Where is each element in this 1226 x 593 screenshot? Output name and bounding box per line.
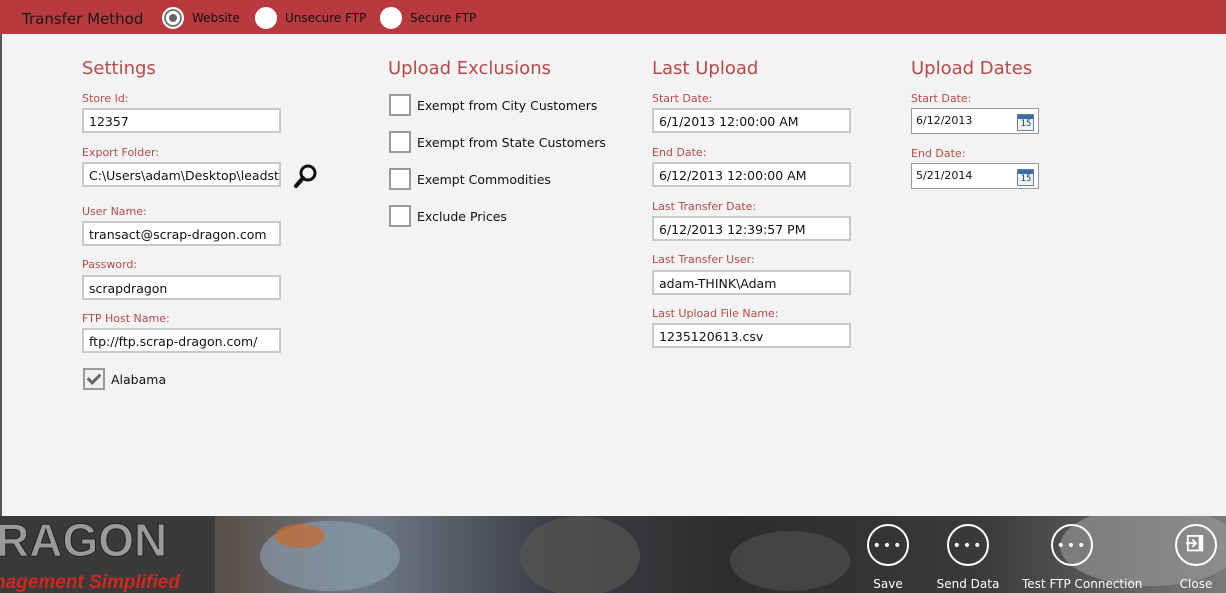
calendar-icon[interactable]: 15 — [1017, 114, 1034, 131]
test-ftp-connection-button[interactable]: ••• Test FTP Connection — [1022, 524, 1143, 593]
last-start-date-field[interactable]: 6/1/2013 12:00:00 AM — [652, 108, 851, 133]
user-name-label: User Name: — [82, 205, 147, 218]
checkbox-box — [389, 131, 411, 153]
checkbox-box — [83, 368, 105, 390]
radio-website-label: Website — [192, 11, 240, 25]
last-transfer-date-label: Last Transfer Date: — [652, 200, 757, 213]
checkbox-box — [389, 94, 411, 116]
browse-folder-icon[interactable] — [292, 162, 320, 190]
store-id-label: Store Id: — [82, 92, 129, 105]
exempt-commodities-checkbox[interactable]: Exempt Commodities — [389, 168, 551, 190]
last-transfer-user-label: Last Transfer User: — [652, 253, 755, 266]
radio-secure-ftp[interactable]: Secure FTP — [380, 7, 476, 29]
last-transfer-user-field[interactable]: adam-THINK\Adam — [652, 270, 851, 295]
user-name-input[interactable]: transact@scrap-dragon.com — [82, 221, 281, 246]
more-icon: ••• — [1051, 524, 1093, 566]
upload-start-date-picker[interactable]: 6/12/2013 15 — [911, 108, 1039, 134]
password-label: Password: — [82, 258, 138, 271]
ftp-host-input[interactable]: ftp://ftp.scrap-dragon.com/ — [82, 328, 281, 353]
test-ftp-connection-label: Test FTP Connection — [1022, 577, 1143, 591]
banner-logo-text: RAGON — [0, 516, 167, 566]
calendar-day: 15 — [1020, 119, 1032, 129]
last-upload-heading: Last Upload — [652, 58, 759, 79]
checkbox-box — [389, 168, 411, 190]
exclude-prices-checkbox[interactable]: Exclude Prices — [389, 205, 507, 227]
export-folder-input[interactable]: C:\Users\adam\Desktop\leadsteps — [82, 162, 281, 187]
upload-end-date-value: 5/21/2014 — [916, 169, 973, 182]
exempt-city-checkbox[interactable]: Exempt from City Customers — [389, 94, 597, 116]
checkbox-box — [389, 205, 411, 227]
password-input[interactable]: scrapdragon — [82, 275, 281, 300]
radio-circle-icon — [162, 7, 184, 29]
radio-website[interactable]: Website — [162, 7, 240, 29]
export-folder-label: Export Folder: — [82, 146, 160, 159]
last-end-date-field[interactable]: 6/12/2013 12:00:00 AM — [652, 162, 851, 187]
calendar-icon[interactable]: 15 — [1017, 169, 1034, 186]
checkmark-icon — [86, 370, 102, 385]
upload-end-date-label: End Date: — [911, 147, 966, 160]
settings-heading: Settings — [82, 58, 156, 79]
radio-circle-icon — [380, 7, 402, 29]
exclude-prices-label: Exclude Prices — [417, 208, 507, 224]
last-start-date-label: Start Date: — [652, 92, 713, 105]
upload-dates-heading: Upload Dates — [911, 58, 1033, 79]
upload-start-date-label: Start Date: — [911, 92, 972, 105]
radio-unsecure-ftp[interactable]: Unsecure FTP — [255, 7, 366, 29]
transfer-method-bar: Transfer Method Website Unsecure FTP Sec… — [0, 0, 1226, 34]
exempt-commodities-label: Exempt Commodities — [417, 171, 551, 187]
close-button[interactable]: Close — [1146, 524, 1226, 593]
last-transfer-date-field[interactable]: 6/12/2013 12:39:57 PM — [652, 216, 851, 241]
store-id-input[interactable]: 12357 — [82, 108, 281, 133]
exit-icon — [1175, 524, 1217, 566]
radio-unsecure-ftp-label: Unsecure FTP — [285, 11, 367, 25]
alabama-checkbox[interactable]: Alabama — [83, 368, 166, 390]
radio-circle-icon — [255, 7, 277, 29]
send-data-button-label: Send Data — [936, 577, 1000, 591]
last-file-name-label: Last Upload File Name: — [652, 307, 779, 320]
more-icon: ••• — [947, 524, 989, 566]
send-data-button[interactable]: ••• Send Data — [918, 524, 1018, 593]
transfer-method-title: Transfer Method — [22, 10, 144, 28]
last-end-date-label: End Date: — [652, 146, 707, 159]
upload-end-date-picker[interactable]: 5/21/2014 15 — [911, 163, 1039, 189]
ftp-host-label: FTP Host Name: — [82, 312, 170, 325]
alabama-label: Alabama — [111, 371, 167, 387]
exempt-city-label: Exempt from City Customers — [417, 97, 598, 113]
exempt-state-label: Exempt from State Customers — [417, 134, 606, 150]
upload-exclusions-heading: Upload Exclusions — [388, 58, 551, 79]
close-button-label: Close — [1179, 577, 1213, 591]
exit-glyph — [1186, 535, 1204, 552]
last-file-name-field[interactable]: 1235120613.csv — [652, 323, 851, 348]
more-icon: ••• — [867, 524, 909, 566]
exempt-state-checkbox[interactable]: Exempt from State Customers — [389, 131, 606, 153]
app-bar: RAGON nagement Simplified ••• Save ••• S… — [0, 516, 1226, 593]
banner-tagline-text: nagement Simplified — [0, 572, 180, 593]
upload-start-date-value: 6/12/2013 — [916, 114, 973, 127]
radio-secure-ftp-label: Secure FTP — [410, 11, 477, 25]
calendar-day: 15 — [1020, 174, 1032, 184]
